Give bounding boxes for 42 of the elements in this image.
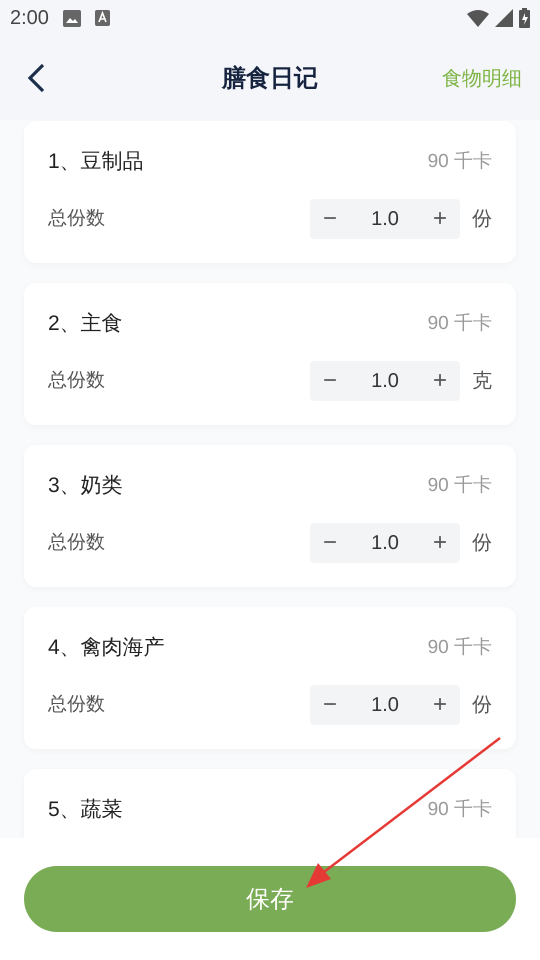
food-title: 2、主食 (48, 311, 123, 337)
quantity-label: 总份数 (48, 693, 105, 717)
food-title: 3、奶类 (48, 473, 123, 499)
quantity-value: 1.0 (371, 531, 399, 556)
quantity-value: 1.0 (371, 207, 399, 232)
quantity-stepper[interactable]: − 1.0 + (310, 685, 460, 725)
quantity-stepper[interactable]: − 1.0 + (310, 199, 460, 239)
quantity-label: 总份数 (48, 207, 105, 231)
unit-text: 克 (472, 369, 492, 394)
status-time: 2:00 (10, 6, 49, 30)
unit-text: 份 (472, 531, 492, 556)
battery-icon (519, 8, 530, 28)
unit-text: 份 (472, 693, 492, 718)
signal-icon (495, 9, 513, 27)
food-title: 5、蔬菜 (48, 797, 123, 823)
calories-text: 90 千卡 (428, 312, 492, 336)
wifi-icon (467, 10, 489, 26)
decrease-button[interactable]: − (310, 199, 350, 239)
decrease-button[interactable]: − (310, 523, 350, 563)
calories-text: 90 千卡 (428, 474, 492, 498)
increase-button[interactable]: + (420, 361, 460, 401)
page-title: 膳食日记 (222, 64, 318, 94)
decrease-button[interactable]: − (310, 685, 350, 725)
food-title: 1、豆制品 (48, 149, 144, 175)
image-icon (62, 10, 81, 26)
chevron-left-icon (27, 63, 45, 93)
notification-icon (94, 10, 110, 26)
unit-text: 份 (472, 207, 492, 232)
quantity-value: 1.0 (371, 693, 399, 718)
decrease-button[interactable]: − (310, 361, 350, 401)
increase-button[interactable]: + (420, 523, 460, 563)
quantity-label: 总份数 (48, 531, 105, 555)
food-title: 4、禽肉海产 (48, 635, 165, 661)
increase-button[interactable]: + (420, 199, 460, 239)
quantity-stepper[interactable]: − 1.0 + (310, 361, 460, 401)
increase-button[interactable]: + (420, 685, 460, 725)
calories-text: 90 千卡 (428, 150, 492, 174)
calories-text: 90 千卡 (428, 798, 492, 822)
calories-text: 90 千卡 (428, 636, 492, 660)
quantity-label: 总份数 (48, 369, 105, 393)
quantity-stepper[interactable]: − 1.0 + (310, 523, 460, 563)
quantity-value: 1.0 (371, 369, 399, 394)
